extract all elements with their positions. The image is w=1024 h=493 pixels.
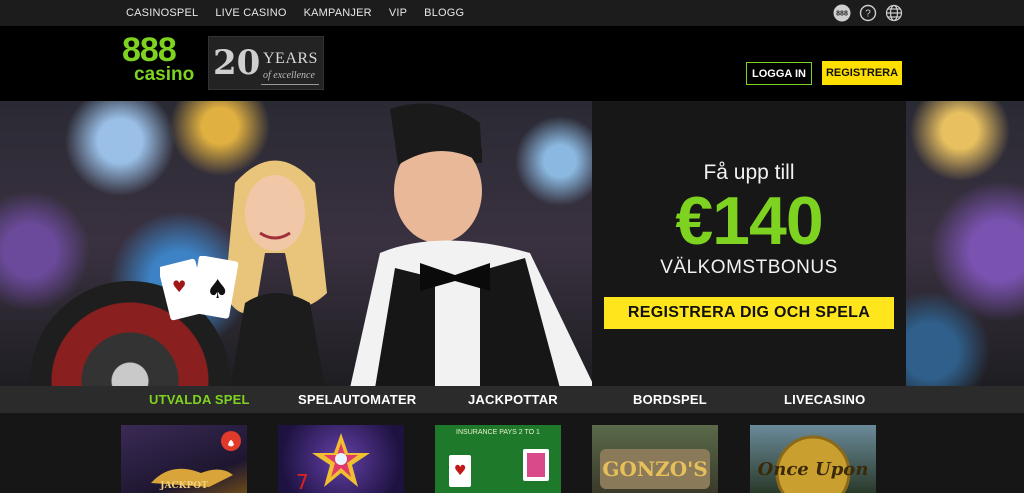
- nav-link-kampanjer[interactable]: KAMPANJER: [304, 7, 372, 19]
- tab-spelautomater[interactable]: SPELAUTOMATER: [298, 386, 416, 413]
- logo-word: casino: [134, 64, 195, 85]
- login-button[interactable]: LOGGA IN: [746, 62, 812, 85]
- register-and-play-button[interactable]: REGISTRERA DIG OCH SPELA: [604, 297, 894, 329]
- svg-text:7: 7: [296, 470, 309, 493]
- 888-icon[interactable]: 888: [832, 3, 852, 23]
- tile-caption: Once Upon: [757, 459, 869, 480]
- tile-caption: INSURANCE PAYS 2 TO 1: [456, 429, 540, 436]
- tab-utvalda-spel[interactable]: UTVALDA SPEL: [149, 386, 250, 413]
- promo-panel: Få upp till €140 VÄLKOMSTBONUS REGISTRER…: [592, 101, 906, 386]
- svg-text:♥: ♥: [454, 463, 467, 479]
- 888casino-logo[interactable]: 888 casino: [122, 31, 200, 94]
- logo-number: 888: [122, 31, 177, 69]
- nav-link-live-casino[interactable]: LIVE CASINO: [215, 7, 286, 19]
- game-grid: JACKPOT 7 INSURANCE PAYS 2 TO 1 ♥ GONZO'…: [0, 413, 1024, 493]
- badge-underline: [261, 84, 319, 85]
- tab-bordspel[interactable]: BORDSPEL: [633, 386, 707, 413]
- svg-text:?: ?: [865, 9, 871, 20]
- category-tabs: UTVALDA SPEL SPELAUTOMATER JACKPOTTAR BO…: [0, 386, 1024, 413]
- top-nav-links: CASINOSPEL LIVE CASINO KAMPANJER VIP BLO…: [126, 0, 481, 26]
- starburst-icon: 7: [296, 433, 370, 493]
- nav-link-blogg[interactable]: BLOGG: [424, 7, 464, 19]
- anniversary-badge: 20 YEARS of excellence: [208, 36, 324, 90]
- game-tile-gonzos-quest[interactable]: GONZO'S: [592, 425, 718, 493]
- game-tile-once-upon-a-time[interactable]: Once Upon: [750, 425, 876, 493]
- badge-word: YEARS: [263, 50, 318, 67]
- tab-jackpottar[interactable]: JACKPOTTAR: [468, 386, 558, 413]
- playing-cards-image: ♠ ♥: [160, 256, 239, 321]
- top-nav-icons: 888 ?: [832, 3, 904, 23]
- promo-amount: €140: [675, 183, 823, 259]
- tile-caption: GONZO'S: [602, 457, 708, 481]
- site-header: 888 casino 20 YEARS of excellence LOGGA …: [0, 26, 1024, 101]
- nav-link-vip[interactable]: VIP: [389, 7, 407, 19]
- game-tile-jackpot-genie[interactable]: JACKPOT: [121, 425, 247, 493]
- svg-text:♥: ♥: [172, 277, 186, 296]
- tab-livecasino[interactable]: LIVECASINO: [784, 386, 865, 413]
- register-button[interactable]: REGISTRERA: [822, 61, 902, 85]
- badge-number: 20: [213, 43, 261, 83]
- globe-icon[interactable]: [884, 3, 904, 23]
- game-tile-blackjack[interactable]: INSURANCE PAYS 2 TO 1 ♥: [435, 425, 561, 493]
- game-tile-starburst[interactable]: 7: [278, 425, 404, 493]
- promo-bonus-label: VÄLKOMSTBONUS: [660, 257, 838, 278]
- badge-subtitle: of excellence: [263, 70, 315, 81]
- hero-banner[interactable]: ♠ ♥ Få upp till €140 VÄLKOMSTBONUS REGIS…: [0, 101, 1024, 386]
- top-nav: CASINOSPEL LIVE CASINO KAMPANJER VIP BLO…: [0, 0, 1024, 26]
- nav-link-casinospel[interactable]: CASINOSPEL: [126, 7, 198, 19]
- tile-caption: JACKPOT: [160, 481, 208, 491]
- help-icon[interactable]: ?: [858, 3, 878, 23]
- svg-text:♠: ♠: [206, 275, 229, 305]
- male-dealer-image: [350, 103, 595, 386]
- svg-text:888: 888: [836, 11, 848, 18]
